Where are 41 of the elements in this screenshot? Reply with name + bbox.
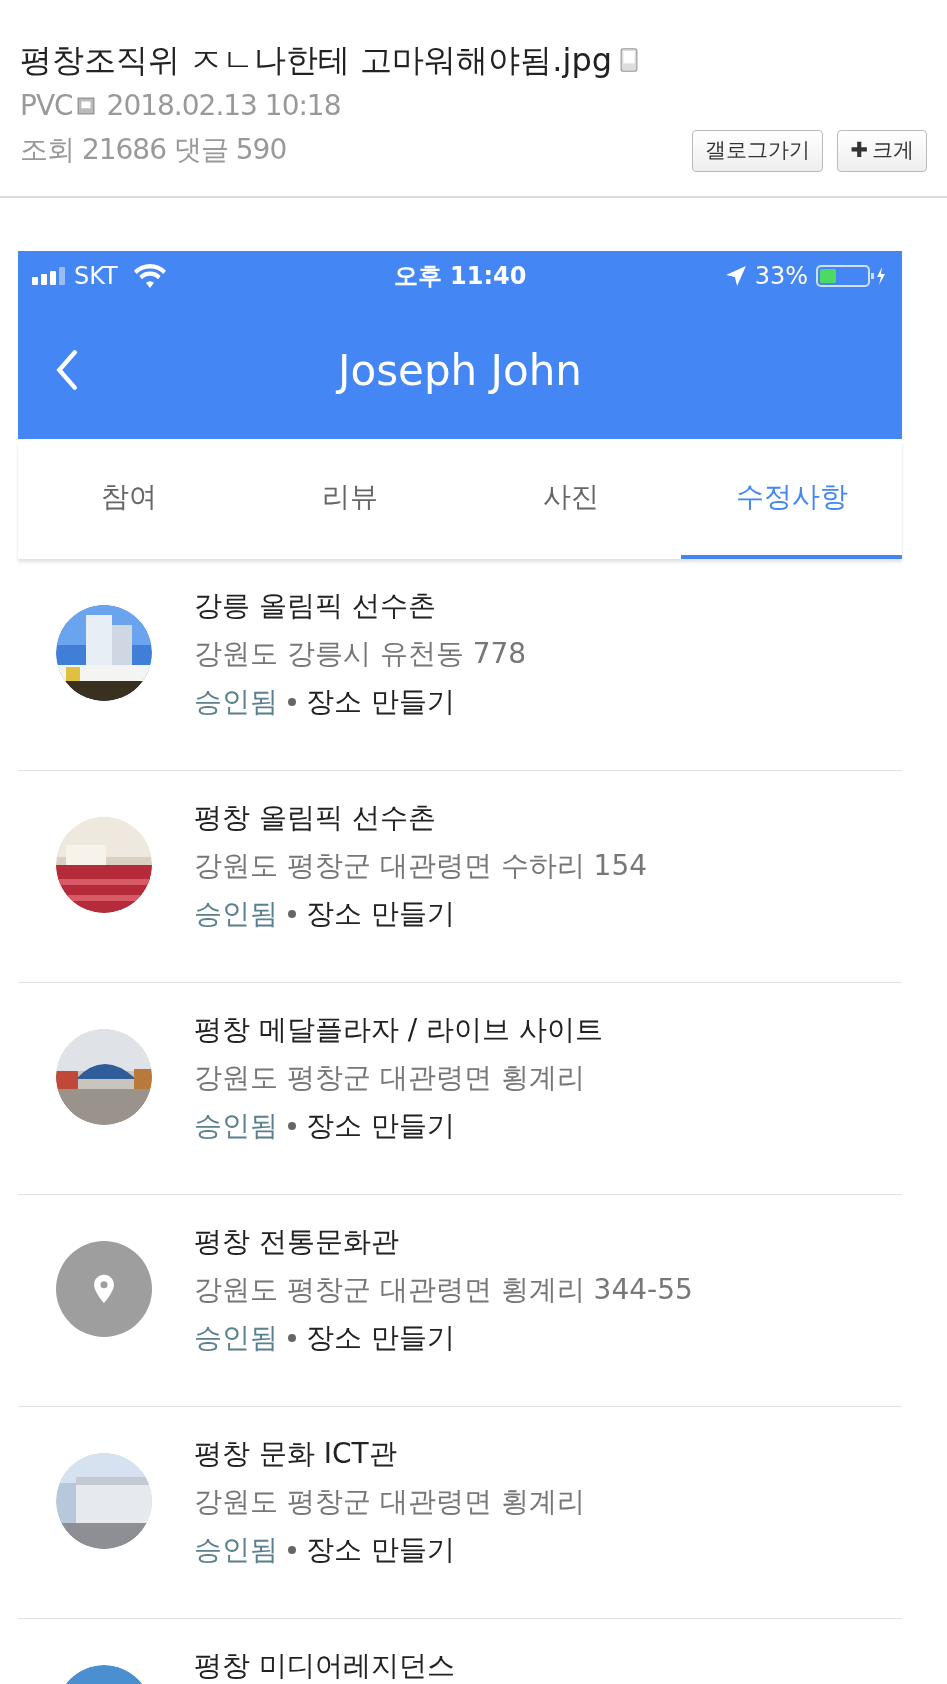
place-address: 강원도 평창군 대관령면 횡계리 bbox=[194, 1484, 585, 1520]
place-name: 평창 메달플라자 / 라이브 사이트 bbox=[194, 1012, 604, 1048]
battery-charging-icon bbox=[816, 265, 888, 287]
status-label: 승인됨 bbox=[194, 684, 278, 720]
place-name: 평창 미디어레지던스 bbox=[194, 1648, 455, 1684]
action-label: 장소 만들기 bbox=[306, 1108, 455, 1144]
place-name: 평창 전통문화관 bbox=[194, 1224, 400, 1260]
wifi-icon bbox=[133, 264, 166, 288]
place-name: 평창 올림픽 선수촌 bbox=[194, 800, 437, 836]
status-label: 승인됨 bbox=[194, 1320, 278, 1356]
status-label: 승인됨 bbox=[194, 896, 278, 932]
enlarge-button[interactable]: ✚ 크게 bbox=[837, 130, 927, 172]
status-time: 오후 11:40 bbox=[393, 261, 527, 292]
gallog-button[interactable]: 갤로그가기 bbox=[692, 130, 824, 172]
signal-icon bbox=[32, 267, 66, 285]
battery-percent: 33% bbox=[754, 261, 808, 292]
action-label: 장소 만들기 bbox=[306, 1320, 455, 1356]
status-label: 승인됨 bbox=[194, 1532, 278, 1568]
action-label: 장소 만들기 bbox=[306, 896, 455, 932]
place-address: 강원도 평창군 대관령면 횡계리 344-55 bbox=[194, 1272, 693, 1308]
mobile-icon bbox=[620, 47, 639, 73]
author-name: PVC bbox=[20, 88, 73, 124]
tab[interactable]: 수정사항 bbox=[681, 439, 902, 559]
tab[interactable]: 사진 bbox=[460, 439, 681, 559]
carrier-name: SKT bbox=[74, 261, 118, 292]
post-title: 평창조직위 ㅈㄴ나한테 고마워해야됨.jpg bbox=[20, 40, 613, 81]
location-arrow-icon bbox=[724, 265, 747, 287]
post-date: 2018.02.13 10:18 bbox=[106, 88, 341, 124]
back-icon[interactable] bbox=[56, 350, 78, 390]
place-address: 강원도 평창군 대관령면 수하리 154 bbox=[194, 848, 648, 884]
place-address: 강원도 평창군 대관령면 횡계리 bbox=[194, 1060, 586, 1096]
status-label: 승인됨 bbox=[194, 1108, 278, 1144]
tab[interactable]: 리뷰 bbox=[239, 439, 460, 559]
place-name: 강릉 올림픽 선수촌 bbox=[194, 588, 437, 624]
place-name: 평창 문화 ICT관 bbox=[194, 1436, 398, 1472]
tab[interactable]: 참여 bbox=[18, 439, 239, 559]
user-badge-icon bbox=[76, 97, 95, 115]
post-stats: 조회 21686 댓글 590 bbox=[20, 132, 288, 168]
place-address: 강원도 강릉시 유천동 778 bbox=[194, 636, 527, 672]
action-label: 장소 만들기 bbox=[306, 684, 455, 720]
action-label: 장소 만들기 bbox=[306, 1532, 455, 1568]
